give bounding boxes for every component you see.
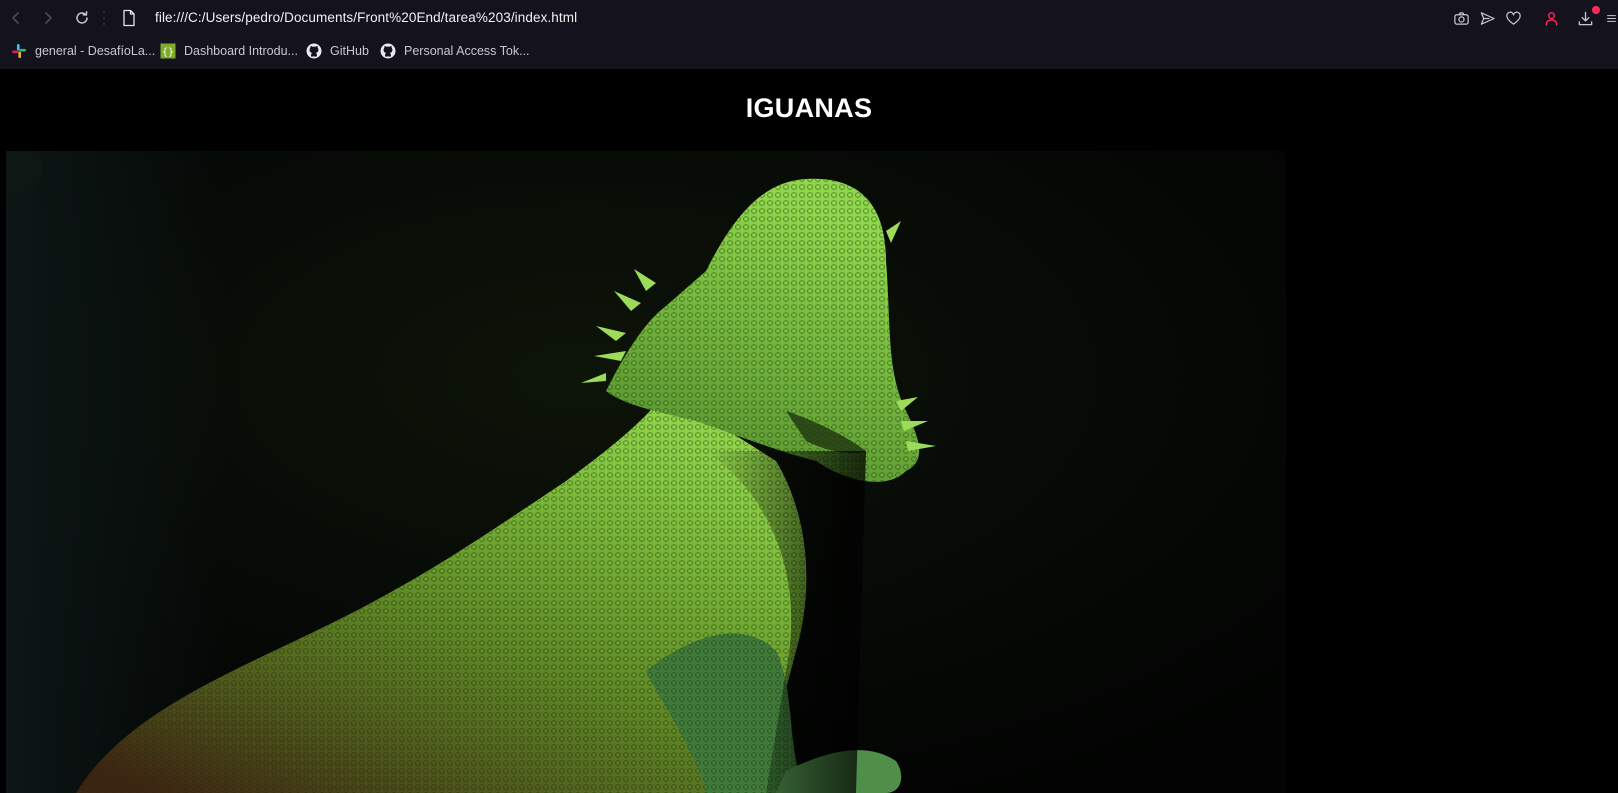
send-icon xyxy=(1480,11,1495,25)
chevron-right-icon xyxy=(45,12,52,24)
toolbar-separator xyxy=(103,11,106,25)
bookmark-label: general - DesafíoLa... xyxy=(35,44,156,58)
bookmark-label: Dashboard Introdu... xyxy=(184,44,298,58)
profile-button[interactable] xyxy=(1541,8,1561,28)
bookmark-item[interactable]: Personal Access Tok... xyxy=(380,42,530,60)
send-button[interactable] xyxy=(1477,8,1497,28)
bookmark-label: Personal Access Tok... xyxy=(404,44,530,58)
bookmark-item[interactable]: general - DesafíoLa... xyxy=(11,42,155,60)
bookmarks-bar: general - DesafíoLa... {} Dashboard Intr… xyxy=(0,38,1618,64)
forward-button[interactable] xyxy=(38,8,58,28)
code-braces-icon: {} xyxy=(160,43,176,59)
svg-text:{}: {} xyxy=(162,47,174,58)
bookmark-label: GitHub xyxy=(330,44,369,58)
chevron-left-icon xyxy=(12,12,19,24)
heart-icon xyxy=(1505,11,1521,25)
slack-icon xyxy=(12,44,26,58)
download-notification-badge xyxy=(1592,6,1600,14)
reload-button[interactable] xyxy=(72,8,92,28)
reload-icon xyxy=(76,11,88,24)
browser-chrome: file:///C:/Users/pedro/Documents/Front%2… xyxy=(0,0,1618,69)
snapshot-button[interactable] xyxy=(1451,8,1471,28)
back-button[interactable] xyxy=(6,8,26,28)
page-content: IGUANAS xyxy=(0,69,1618,793)
iguana-illustration xyxy=(6,151,1286,793)
menu-icon xyxy=(1607,14,1616,22)
camera-icon xyxy=(1453,11,1469,25)
download-icon xyxy=(1578,11,1592,25)
file-icon xyxy=(123,9,135,27)
page-title: IGUANAS xyxy=(745,93,873,123)
address-bar[interactable]: file:///C:/Users/pedro/Documents/Front%2… xyxy=(155,10,577,25)
bookmark-item[interactable]: GitHub xyxy=(306,42,369,60)
github-icon xyxy=(380,43,396,59)
favorites-button[interactable] xyxy=(1503,8,1523,28)
browser-toolbar: file:///C:/Users/pedro/Documents/Front%2… xyxy=(0,0,1618,36)
bookmark-item[interactable]: {} Dashboard Introdu... xyxy=(160,42,298,60)
github-icon xyxy=(306,43,322,59)
profile-icon xyxy=(1545,11,1557,26)
menu-button[interactable] xyxy=(1605,8,1618,28)
iguana-image xyxy=(6,151,1286,793)
